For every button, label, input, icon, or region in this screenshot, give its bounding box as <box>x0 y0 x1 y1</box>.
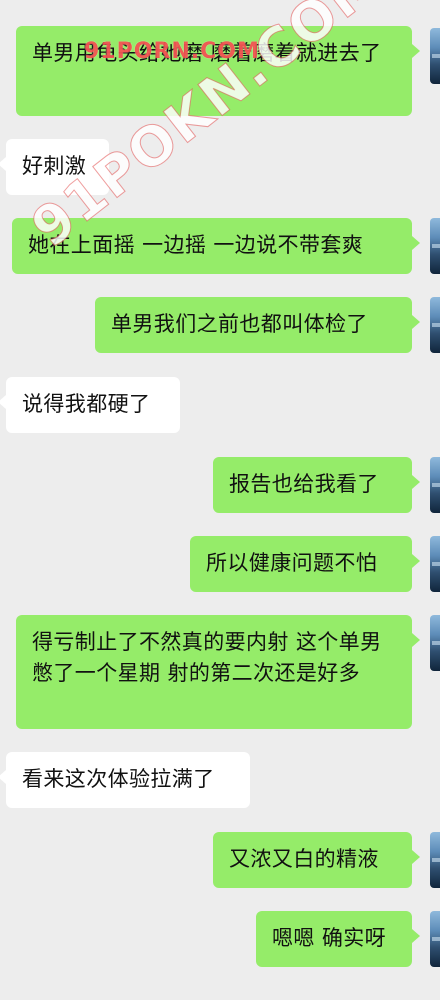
avatar-image-icon[interactable] <box>430 218 440 274</box>
message-row: 好刺激 <box>0 139 440 199</box>
message-text: 好刺激 <box>22 154 87 178</box>
message-row: 所以健康问题不怕 <box>0 536 440 596</box>
message-row: 单男我们之前也都叫体检了 <box>0 297 440 357</box>
message-text: 所以健康问题不怕 <box>206 551 378 575</box>
message-row: 得亏制止了不然真的要内射 这个单男憋了一个星期 射的第二次还是好多 <box>0 615 440 733</box>
received-message-bubble[interactable]: 好刺激 <box>0 139 109 195</box>
sent-message-bubble[interactable]: 单男用龟头给她磨 磨着磨着就进去了 <box>16 26 420 116</box>
avatar-image-icon[interactable] <box>430 536 440 592</box>
message-text: 她在上面摇 一边摇 一边说不带套爽 <box>28 233 364 257</box>
sent-message-bubble[interactable]: 所以健康问题不怕 <box>190 536 420 592</box>
message-row: 又浓又白的精液 <box>0 832 440 892</box>
sent-message-bubble[interactable]: 又浓又白的精液 <box>213 832 420 888</box>
avatar-image-icon[interactable] <box>430 28 440 84</box>
sent-message-bubble[interactable]: 报告也给我看了 <box>213 457 420 513</box>
message-text: 单男我们之前也都叫体检了 <box>111 312 368 336</box>
sent-message-bubble[interactable]: 得亏制止了不然真的要内射 这个单男憋了一个星期 射的第二次还是好多 <box>16 615 420 729</box>
message-text: 说得我都硬了 <box>22 392 151 416</box>
message-row: 她在上面摇 一边摇 一边说不带套爽 <box>0 218 440 278</box>
received-message-bubble[interactable]: 说得我都硬了 <box>0 377 180 433</box>
message-text: 看来这次体验拉满了 <box>22 767 215 791</box>
avatar-image-icon[interactable] <box>430 615 440 671</box>
avatar-image-icon[interactable] <box>430 911 440 967</box>
message-row: 报告也给我看了 <box>0 457 440 517</box>
avatar-image-icon[interactable] <box>430 832 440 888</box>
message-row: 看来这次体验拉满了 <box>0 752 440 812</box>
sent-message-bubble[interactable]: 嗯嗯 确实呀 <box>256 911 420 967</box>
message-row: 说得我都硬了 <box>0 377 440 437</box>
avatar-image-icon[interactable] <box>430 297 440 353</box>
message-row: 单男用龟头给她磨 磨着磨着就进去了 <box>0 26 440 118</box>
sent-message-bubble[interactable]: 她在上面摇 一边摇 一边说不带套爽 <box>12 218 420 274</box>
message-text: 单男用龟头给她磨 磨着磨着就进去了 <box>32 41 382 65</box>
message-text: 得亏制止了不然真的要内射 这个单男憋了一个星期 射的第二次还是好多 <box>32 630 382 685</box>
received-message-bubble[interactable]: 看来这次体验拉满了 <box>0 752 250 808</box>
sent-message-bubble[interactable]: 单男我们之前也都叫体检了 <box>95 297 420 353</box>
message-text: 报告也给我看了 <box>229 472 379 496</box>
chat-conversation: 单男用龟头给她磨 磨着磨着就进去了 好刺激 她在上面摇 一边摇 一边说不带套爽 … <box>0 0 440 1000</box>
message-row: 嗯嗯 确实呀 <box>0 911 440 971</box>
message-text: 又浓又白的精液 <box>229 847 379 871</box>
avatar-image-icon[interactable] <box>430 457 440 513</box>
message-text: 嗯嗯 确实呀 <box>272 926 387 950</box>
